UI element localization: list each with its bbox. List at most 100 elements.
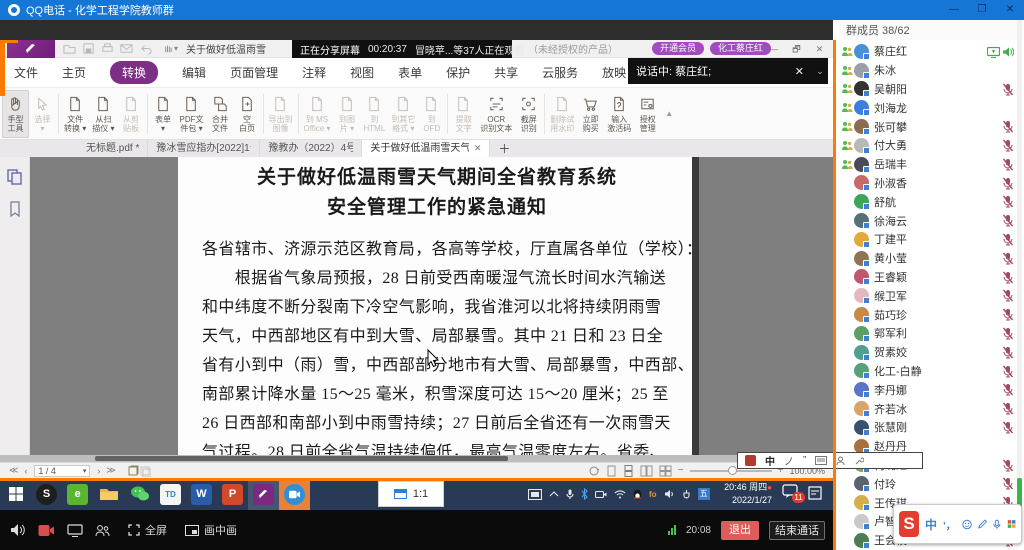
sogou-punct-icon[interactable]: ’， (943, 517, 956, 532)
menu-tab-页面管理[interactable]: 页面管理 (230, 64, 278, 81)
toolbox-icon[interactable] (1007, 518, 1016, 530)
member-row[interactable]: 化工-白静 (838, 362, 1024, 381)
taskbar-app-tencent-docs[interactable]: TD (155, 478, 186, 510)
pip-button[interactable]: 画中画 (185, 522, 237, 538)
scrollbar-thumb[interactable] (95, 456, 508, 461)
member-row[interactable]: 蔡庄红 (838, 42, 1024, 61)
menu-tab-表单[interactable]: 表单 (398, 64, 422, 81)
menu-tab-视图[interactable]: 视图 (350, 64, 374, 81)
taskbar-app-start[interactable] (0, 478, 31, 510)
toolbar-button-从扫描仪[interactable]: 从扫描仪 ▾ (89, 90, 117, 138)
doc-tab-3[interactable]: 关于做好低温雨雪天气期间...✕ (362, 140, 490, 157)
sogou-mode-label[interactable]: 中 (925, 516, 937, 533)
pdf-maximize-icon[interactable]: 🗗 (785, 40, 808, 58)
toast-close-icon[interactable]: ✕ (795, 65, 804, 78)
taskbar-app-explorer[interactable] (93, 478, 124, 510)
toolbar-collapse-icon[interactable]: ▲ (665, 109, 673, 118)
sogou-logo-icon[interactable]: S (899, 511, 919, 537)
emoji-icon[interactable] (962, 518, 972, 531)
taskbar-app-powerpoint[interactable]: P (217, 478, 248, 510)
member-row[interactable]: 王睿颖 (838, 268, 1024, 287)
member-row[interactable]: 李丹娜 (838, 380, 1024, 399)
email-icon[interactable] (120, 42, 133, 55)
member-row[interactable]: 缑卫军 (838, 286, 1024, 305)
menu-tab-保护[interactable]: 保护 (446, 64, 470, 81)
open-icon[interactable] (63, 42, 76, 55)
zoom-out-icon[interactable]: − (678, 465, 684, 476)
toolbar-button-表单[interactable]: 表单▾ (150, 90, 177, 138)
toolbar-button-合并文件[interactable]: 合并文件 (207, 90, 234, 138)
taskbar-app-pdf-editor[interactable] (248, 478, 279, 510)
undo-icon[interactable] (139, 42, 152, 55)
screen-share-icon[interactable] (67, 524, 83, 537)
save-icon[interactable] (82, 42, 95, 55)
menu-tab-主页[interactable]: 主页 (62, 64, 86, 81)
toolbar-button-手型工具[interactable]: 手型工具 (2, 90, 29, 138)
member-row[interactable]: 岳瑞丰 (838, 155, 1024, 174)
exit-button[interactable]: 退出 (721, 521, 759, 540)
menu-tab-注释[interactable]: 注释 (302, 64, 326, 81)
wrench-icon[interactable] (854, 456, 864, 466)
speaker-icon[interactable] (10, 523, 26, 537)
menu-tab-文件[interactable]: 文件 (14, 64, 38, 81)
member-row[interactable]: 付大勇 (838, 136, 1024, 155)
pdf-close-icon[interactable]: ✕ (808, 40, 831, 58)
new-tab-button[interactable]: ＋ (490, 140, 518, 157)
book-view-icon[interactable] (659, 465, 672, 477)
member-row[interactable]: 孙淑香 (838, 174, 1024, 193)
vip-button[interactable]: 开通会员 (652, 42, 704, 55)
print-icon[interactable] (101, 42, 114, 55)
prev-page-icon[interactable]: ‹ (24, 466, 27, 476)
doc-tab-1[interactable]: 豫冰雪应指办[2022]1号.... (148, 140, 260, 157)
hand-tool-mini[interactable]: ▾ (162, 43, 178, 54)
soft-keyboard-icon[interactable] (815, 456, 827, 465)
taskbar-app-browser-360[interactable]: e (62, 478, 93, 510)
member-row[interactable]: 张可攀 (838, 117, 1024, 136)
toolbar-button-输入激活码[interactable]: 输入激活码 (604, 90, 634, 138)
single-page-view-icon[interactable] (606, 465, 617, 477)
member-row[interactable]: 刘海龙 (838, 98, 1024, 117)
taskbar-app-wechat[interactable] (124, 478, 155, 510)
doc-tab-2[interactable]: 豫教办（2022）4号关于... (260, 140, 362, 157)
toolbar-button-PDF文件包[interactable]: PDF文件包 ▾ (177, 90, 207, 138)
menu-tab-共享[interactable]: 共享 (494, 64, 518, 81)
toolbar-button-截屏识别[interactable]: 截屏识别 (515, 90, 542, 138)
fullscreen-button[interactable]: 全屏 (128, 522, 167, 538)
ime-mode-label[interactable]: 中 (765, 453, 775, 468)
toolbar-button-文件转换[interactable]: 文件转换 ▾ (61, 90, 89, 138)
member-row[interactable]: 徐海云 (838, 211, 1024, 230)
member-row[interactable]: 齐若冰 (838, 399, 1024, 418)
account-icon[interactable] (836, 456, 845, 466)
horizontal-scrollbar[interactable] (0, 455, 833, 462)
snapshot-icon[interactable] (127, 465, 139, 477)
member-row[interactable]: 舒航 (838, 192, 1024, 211)
toast-collapse-icon[interactable]: ⌄ (812, 58, 828, 84)
toolbar-button-立即购买[interactable]: 立即购买 (577, 90, 604, 138)
zoom-slider[interactable] (690, 470, 772, 472)
continuous-view-icon[interactable] (623, 465, 634, 477)
toolbar-button-空白页[interactable]: 空白页 (234, 90, 261, 138)
close-icon[interactable]: ✕ (996, 0, 1024, 20)
member-row[interactable]: 张慧刚 (838, 418, 1024, 437)
pdf-minimize-icon[interactable]: — (762, 40, 785, 58)
taskbar-app-sogou[interactable]: S (31, 478, 62, 510)
maximize-icon[interactable]: ❐ (968, 0, 996, 20)
member-row[interactable]: 郭军利 (838, 324, 1024, 343)
ime-fullwidth-icon[interactable]: ノ (784, 453, 794, 468)
menu-tab-转换[interactable]: 转换 (110, 61, 158, 84)
rotate-view-icon[interactable] (588, 465, 600, 477)
member-row[interactable]: 吴朝阳 (838, 80, 1024, 99)
last-page-icon[interactable]: ≫ (106, 465, 115, 476)
member-row[interactable]: 朱冰 (838, 61, 1024, 80)
member-row[interactable]: 黄小莹 (838, 249, 1024, 268)
toolbar-button-授权管理[interactable]: 授权管理 (634, 90, 661, 138)
ime-punct-icon[interactable]: ” (803, 455, 806, 466)
menu-tab-云服务[interactable]: 云服务 (542, 64, 578, 81)
end-call-button[interactable]: 结束通话 (769, 521, 825, 540)
facing-view-icon[interactable] (640, 465, 653, 477)
next-page-icon[interactable]: › (97, 466, 100, 476)
minimize-icon[interactable]: — (940, 0, 968, 20)
menu-tab-放映[interactable]: 放映 (602, 64, 626, 81)
share-viewers[interactable]: 冒晓苹...等37人正在观看 (415, 42, 524, 57)
page-number-input[interactable]: 1 / 4▾ (34, 465, 90, 477)
